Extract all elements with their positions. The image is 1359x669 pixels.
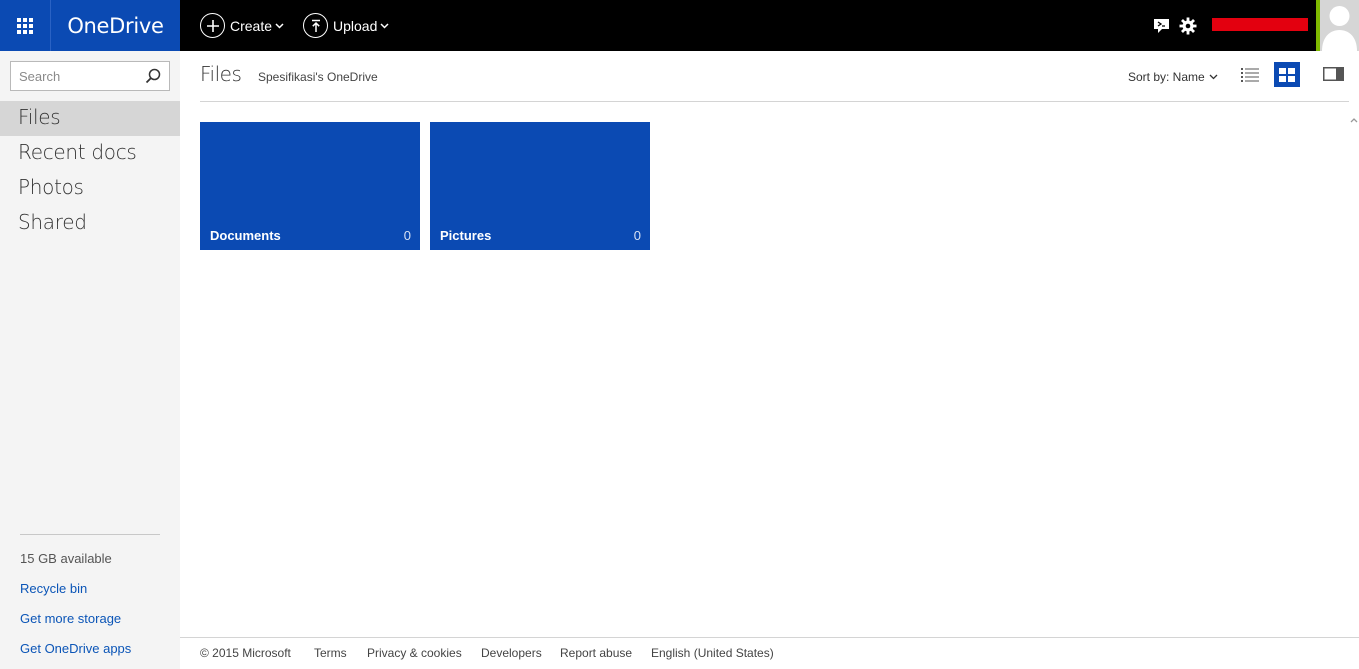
tiles-view-button[interactable] [1274, 62, 1300, 87]
avatar[interactable] [1316, 0, 1359, 51]
sort-label: Sort by: Name [1128, 70, 1205, 84]
sidebar-item-recent-docs[interactable]: Recent docs [0, 136, 180, 171]
redacted-username[interactable] [1212, 18, 1308, 31]
footer-link-report-abuse[interactable]: Report abuse [560, 646, 632, 660]
search-box[interactable] [10, 61, 170, 91]
upload-button[interactable]: Upload [303, 12, 389, 39]
list-view-button[interactable] [1240, 66, 1260, 84]
search-icon[interactable] [145, 68, 161, 84]
app-launcher-button[interactable] [0, 0, 51, 51]
upload-label: Upload [333, 17, 378, 34]
list-view-icon [1241, 68, 1259, 82]
breadcrumb[interactable]: Spesifikasi's OneDrive [258, 70, 378, 84]
top-bar: OneDrive Create Upload [0, 0, 1359, 51]
sort-dropdown[interactable]: Sort by: Name [1128, 70, 1218, 84]
footer-link-developers[interactable]: Developers [481, 646, 542, 660]
details-pane-icon [1322, 67, 1344, 81]
tiles-view-icon [1279, 67, 1295, 82]
gear-icon [1179, 17, 1197, 35]
footer-copyright: © 2015 Microsoft [200, 646, 291, 660]
sidebar-item-files[interactable]: Files [0, 101, 180, 136]
folder-item-count: 0 [633, 228, 641, 243]
create-label: Create [230, 17, 273, 34]
get-more-storage-link[interactable]: Get more storage [20, 611, 121, 626]
brand-logo[interactable]: OneDrive [51, 0, 180, 51]
scroll-up-arrow-icon[interactable] [1350, 116, 1358, 124]
chevron-down-icon [275, 22, 284, 29]
footer-link-privacy[interactable]: Privacy & cookies [367, 646, 462, 660]
person-icon [1322, 6, 1357, 51]
sidebar-divider [20, 534, 160, 535]
header-divider [200, 101, 1349, 102]
get-onedrive-apps-link[interactable]: Get OneDrive apps [20, 641, 131, 656]
footer-language-selector[interactable]: English (United States) [651, 646, 774, 660]
folder-item-count: 0 [403, 228, 411, 243]
footer: © 2015 Microsoft Terms Privacy & cookies… [180, 637, 1359, 669]
details-pane-button[interactable] [1322, 66, 1344, 82]
feedback-icon [1153, 19, 1169, 33]
sidebar-item-photos[interactable]: Photos [0, 171, 180, 206]
create-button[interactable]: Create [200, 12, 284, 39]
settings-button[interactable] [1177, 15, 1199, 37]
footer-link-terms[interactable]: Terms [314, 646, 347, 660]
folder-name: Documents [210, 228, 281, 243]
chevron-down-icon [1209, 74, 1218, 80]
chevron-down-icon [380, 22, 389, 29]
sidebar: Files Recent docs Photos Shared 15 GB av… [0, 51, 180, 669]
search-input[interactable] [11, 62, 131, 90]
upload-icon [303, 13, 328, 38]
sidebar-nav: Files Recent docs Photos Shared [0, 101, 180, 241]
folder-tile-documents[interactable]: Documents 0 [200, 122, 420, 250]
recycle-bin-link[interactable]: Recycle bin [20, 581, 87, 596]
page-title: Files [200, 62, 242, 86]
sidebar-item-shared[interactable]: Shared [0, 206, 180, 241]
waffle-icon [17, 17, 33, 34]
vertical-scrollbar[interactable] [1349, 102, 1359, 637]
folder-tile-pictures[interactable]: Pictures 0 [430, 122, 650, 250]
plus-icon [200, 13, 225, 38]
storage-available: 15 GB available [20, 551, 112, 566]
folder-name: Pictures [440, 228, 492, 243]
feedback-button[interactable] [1150, 15, 1172, 37]
